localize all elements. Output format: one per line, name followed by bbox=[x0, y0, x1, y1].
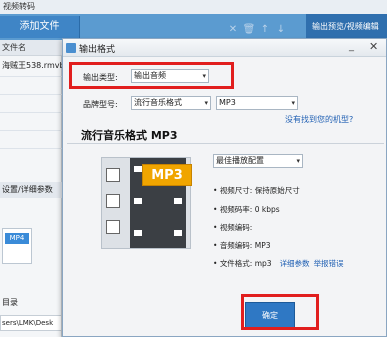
info-video-codec-text: 视频编码: bbox=[219, 223, 253, 232]
film-hole bbox=[174, 230, 182, 236]
info-audio-codec-text: 音频编码: MP3 bbox=[219, 241, 271, 250]
output-dir-label: 目录 bbox=[2, 298, 18, 307]
minimize-icon[interactable]: _ bbox=[349, 41, 354, 52]
main-titlebar: 视频转码 bbox=[0, 0, 387, 14]
list-divider bbox=[0, 112, 62, 113]
brand-value: 流行音乐格式 bbox=[134, 98, 182, 107]
list-divider bbox=[0, 148, 62, 149]
list-divider bbox=[0, 130, 62, 131]
file-column-header: 文件名 bbox=[0, 40, 62, 56]
app-icon bbox=[66, 43, 76, 53]
format-thumbnail[interactable]: MP4 bbox=[2, 228, 32, 264]
preview-header: 输出预览/视频编辑 bbox=[306, 14, 387, 40]
close-icon[interactable]: ✕ bbox=[369, 40, 378, 53]
quality-select[interactable]: 最佳播放配置 ▾ bbox=[213, 154, 303, 168]
film-hole bbox=[134, 230, 142, 236]
file-list-item[interactable]: 海贼王538.rmvb bbox=[0, 58, 62, 74]
section-divider bbox=[67, 143, 384, 144]
add-file-button[interactable]: 添加文件 bbox=[0, 16, 80, 38]
chevron-down-icon: ▾ bbox=[204, 99, 208, 107]
arrow-up-icon[interactable]: ↑ bbox=[257, 23, 273, 37]
chevron-down-icon: ▾ bbox=[291, 99, 295, 107]
info-file-format-text: 文件格式: mp3 bbox=[219, 259, 272, 268]
list-divider bbox=[0, 76, 62, 77]
settings-header: 设置/详细参数 bbox=[0, 182, 62, 198]
model-value: MP3 bbox=[219, 98, 236, 107]
info-video-bitrate: • 视频码率: 0 kbps bbox=[213, 205, 280, 214]
brand-select[interactable]: 流行音乐格式 ▾ bbox=[131, 96, 211, 110]
highlight-confirm bbox=[241, 294, 319, 330]
info-audio-codec: • 音频编码: MP3 bbox=[213, 241, 271, 250]
highlight-output-type bbox=[69, 62, 234, 89]
file-list-panel: 文件名 海贼王538.rmvb 设置/详细参数 MP4 目录 sers\LMK\… bbox=[0, 40, 62, 337]
info-video-bitrate-text: 视频码率: 0 kbps bbox=[219, 205, 280, 214]
model-select[interactable]: MP3 ▾ bbox=[216, 96, 298, 110]
dialog-title: 输出格式 bbox=[79, 45, 116, 55]
list-divider bbox=[0, 94, 62, 95]
arrow-down-icon[interactable]: ↓ bbox=[273, 23, 289, 37]
format-badge: MP4 bbox=[5, 233, 29, 244]
close-icon[interactable]: ✕ bbox=[225, 23, 241, 37]
report-error-link[interactable]: 举报错误 bbox=[314, 259, 344, 268]
dialog-titlebar: 输出格式 _ ✕ bbox=[63, 39, 386, 57]
film-hole bbox=[134, 166, 142, 172]
chevron-down-icon: ▾ bbox=[296, 157, 300, 165]
quality-value: 最佳播放配置 bbox=[216, 156, 264, 165]
trash-icon[interactable]: 🗑 bbox=[241, 23, 257, 37]
section-title: 流行音乐格式 MP3 bbox=[81, 129, 178, 142]
mp3-tag: MP3 bbox=[142, 164, 192, 186]
checkbox-icon bbox=[106, 194, 120, 208]
info-video-codec: • 视频编码: bbox=[213, 223, 253, 232]
mp3-illustration: MP3 bbox=[101, 157, 192, 249]
output-format-dialog: 输出格式 _ ✕ 输出类型: 输出音频 ▾ 品牌型号: 流行音乐格式 ▾ MP3… bbox=[62, 38, 387, 337]
info-video-size-text: 视频尺寸: 保持原始尺寸 bbox=[219, 186, 300, 195]
output-dir-path[interactable]: sers\LMK\Desk bbox=[0, 315, 62, 331]
main-window-title: 视频转码 bbox=[3, 2, 35, 11]
info-file-format: • 文件格式: mp3 详细参数 举报错误 bbox=[213, 259, 344, 268]
brand-label: 品牌型号: bbox=[83, 100, 118, 109]
info-video-size: • 视频尺寸: 保持原始尺寸 bbox=[213, 186, 300, 195]
film-hole bbox=[174, 198, 182, 204]
checkbox-icon bbox=[106, 168, 120, 182]
checkbox-icon bbox=[106, 220, 120, 234]
toolbar-icons: ✕ 🗑 ↑ ↓ bbox=[225, 23, 305, 39]
detail-params-link[interactable]: 详细参数 bbox=[280, 259, 310, 268]
help-link[interactable]: 没有找到您的机型? bbox=[285, 114, 353, 125]
film-hole bbox=[134, 198, 142, 204]
